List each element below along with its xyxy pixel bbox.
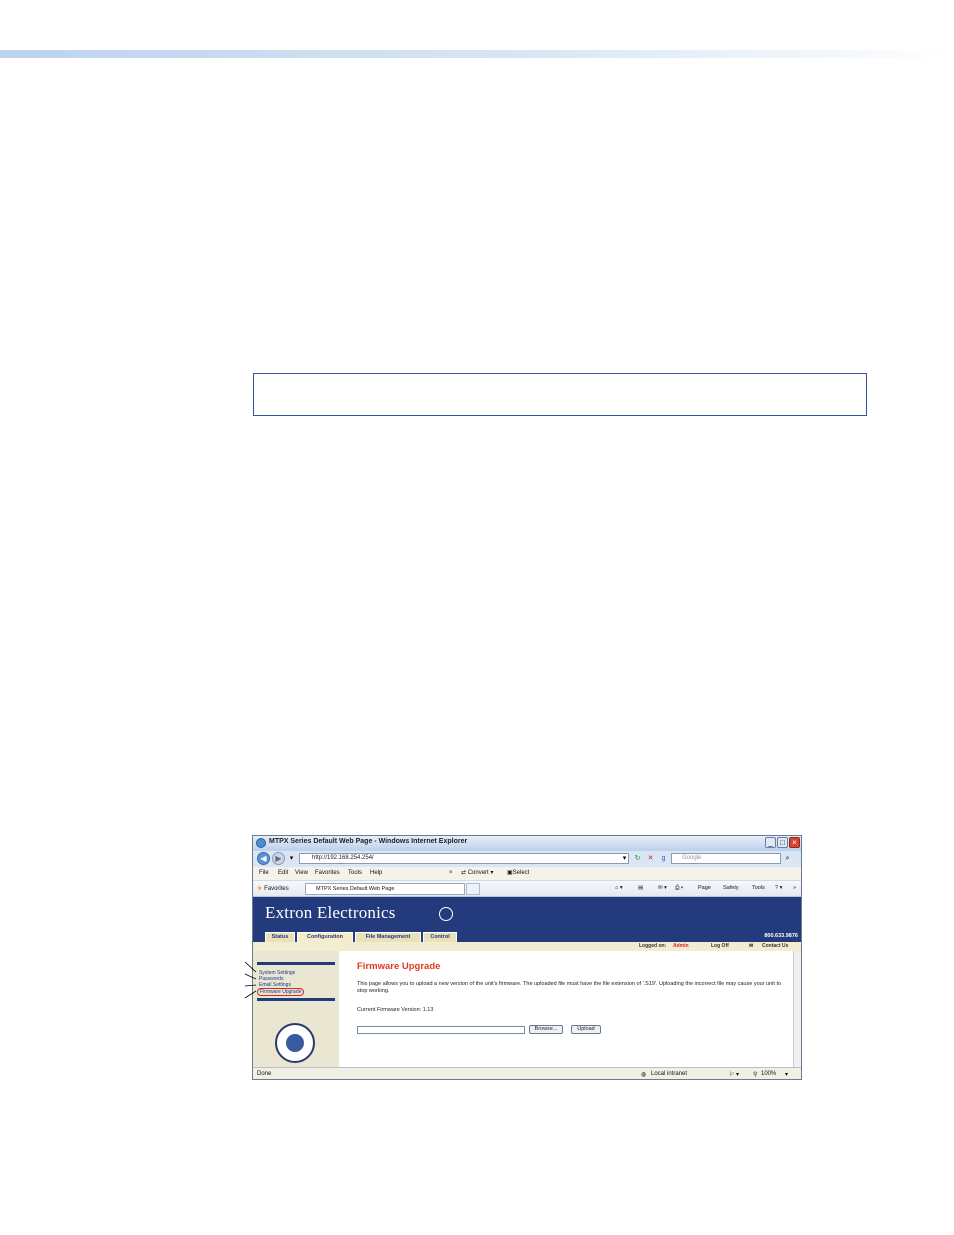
status-strip: Logged on: Admin Log Off ✉ Contact Us <box>253 942 801 951</box>
file-path-input[interactable] <box>357 1026 525 1034</box>
address-input[interactable]: http://192.168.254.254/ <box>299 853 629 864</box>
protected-mode-icon[interactable]: ⚐ ▾ <box>729 1071 739 1078</box>
address-dropdown-icon[interactable]: ▾ <box>620 854 629 863</box>
tab-configuration[interactable]: Configuration <box>297 932 353 942</box>
close-toolbar-icon[interactable]: × <box>449 870 453 876</box>
convert-icon: ⇄ <box>461 870 467 876</box>
tab-control[interactable]: Control <box>423 932 457 942</box>
browser-tab[interactable]: MTPX Series Default Web Page <box>305 883 465 895</box>
refresh-icon[interactable]: ↻ <box>633 854 642 863</box>
home-icon[interactable]: ⌂ ▾ <box>615 885 623 891</box>
new-tab-button[interactable] <box>466 883 480 895</box>
convert-label: Convert <box>467 870 489 876</box>
favorites-label: Favorites <box>264 886 289 892</box>
extron-logo: Extron Electronics <box>265 903 396 922</box>
callout-line-2 <box>244 973 257 980</box>
menu-help[interactable]: Help <box>370 870 382 876</box>
google-icon: g <box>661 855 666 862</box>
page-description: This page allows you to upload a new ver… <box>357 981 782 994</box>
search-input[interactable]: Google <box>671 853 781 864</box>
page-menu[interactable]: Page <box>698 885 711 891</box>
nav-firmware-upgrade[interactable]: Firmware Upgrade <box>257 988 305 996</box>
back-icon[interactable]: ◀ <box>257 852 270 865</box>
main-panel: Firmware Upgrade This page allows you to… <box>339 951 793 1067</box>
print-icon[interactable]: ⎙ ▾ <box>675 885 683 892</box>
window-title: MTPX Series Default Web Page - Windows I… <box>269 838 468 845</box>
upload-button[interactable]: Upload <box>571 1025 601 1034</box>
header-rule <box>0 50 954 58</box>
left-nav: System Settings Passwords Email Settings… <box>253 951 339 1067</box>
extron-header: Extron Electronics Status Configuration … <box>253 897 801 942</box>
maximize-icon[interactable]: □ <box>777 837 788 848</box>
safety-menu[interactable]: Safety <box>723 885 739 891</box>
stop-icon[interactable]: ✕ <box>646 854 655 863</box>
title-bar: MTPX Series Default Web Page - Windows I… <box>253 836 801 851</box>
ie-icon <box>256 838 266 848</box>
menu-bar: File Edit View Favorites Tools Help × ⇄ … <box>253 867 801 881</box>
search-icon[interactable]: ⌕ <box>783 854 792 863</box>
close-icon[interactable]: × <box>789 837 800 848</box>
logged-on-user: Admin <box>673 943 689 949</box>
callout-line-4 <box>244 990 257 999</box>
favorites-bar: ★ Favorites MTPX Series Default Web Page… <box>253 881 801 897</box>
star-icon: ★ <box>257 886 263 892</box>
zoom-dropdown-icon[interactable]: ▾ <box>785 1071 788 1078</box>
forward-icon[interactable]: ▶ <box>272 852 285 865</box>
note-box <box>253 373 867 416</box>
zoom-level[interactable]: 100% <box>761 1071 776 1077</box>
menu-tools[interactable]: Tools <box>348 870 362 876</box>
tools-menu[interactable]: Tools <box>752 885 765 891</box>
favorites-button[interactable]: ★ Favorites <box>257 885 289 892</box>
status-text: Done <box>257 1071 272 1077</box>
convert-button[interactable]: ⇄ Convert ▾ <box>461 869 493 876</box>
nav-divider <box>257 962 335 965</box>
browser-screenshot: MTPX Series Default Web Page - Windows I… <box>252 835 802 1080</box>
callout-line-1 <box>244 961 257 973</box>
extron-seal-logo <box>275 1023 315 1063</box>
scrollbar[interactable] <box>793 951 801 1067</box>
feeds-icon[interactable]: ▤ <box>638 885 643 891</box>
firmware-version: Current Firmware Version: 1.13 <box>357 1007 434 1013</box>
contact-us-link[interactable]: Contact Us <box>762 943 788 949</box>
tab-file-management[interactable]: File Management <box>355 932 421 942</box>
zoom-icon: ⚲ <box>753 1072 758 1078</box>
envelope-icon: ✉ <box>749 943 754 949</box>
globe-icon <box>439 907 453 921</box>
minimize-icon[interactable]: _ <box>765 837 776 848</box>
page-title: Firmware Upgrade <box>357 961 441 972</box>
tab-status[interactable]: Status <box>265 932 295 942</box>
log-off-link[interactable]: Log Off <box>711 943 729 949</box>
select-label: Select <box>512 870 530 876</box>
zone-icon: ◍ <box>641 1072 647 1078</box>
menu-favorites[interactable]: Favorites <box>315 870 340 876</box>
menu-file[interactable]: File <box>259 870 269 876</box>
callout-line-3 <box>244 984 257 987</box>
nav-divider-bottom <box>257 998 335 1001</box>
status-bar: Done ◍ Local intranet ⚐ ▾ ⚲ 100% ▾ <box>253 1067 801 1079</box>
mail-icon[interactable]: ✉ ▾ <box>658 885 667 891</box>
help-icon[interactable]: ? ▾ <box>775 885 782 891</box>
more-icon[interactable]: » <box>793 885 796 891</box>
phone-number: 800.633.9876 <box>764 933 798 939</box>
browse-button[interactable]: Browse... <box>529 1025 563 1034</box>
chevron-down-icon[interactable]: ▾ <box>287 854 296 863</box>
logged-on-label: Logged on: <box>639 943 667 949</box>
page-content: Extron Electronics Status Configuration … <box>253 897 801 1067</box>
zone-text: Local intranet <box>651 1071 688 1077</box>
select-button[interactable]: ▣Select <box>507 869 529 876</box>
menu-edit[interactable]: Edit <box>278 870 288 876</box>
menu-view[interactable]: View <box>295 870 308 876</box>
callout-lines <box>244 961 257 999</box>
address-bar: ◀ ▶ ▾ http://192.168.254.254/ ▾ ↻ ✕ g Go… <box>253 851 801 867</box>
